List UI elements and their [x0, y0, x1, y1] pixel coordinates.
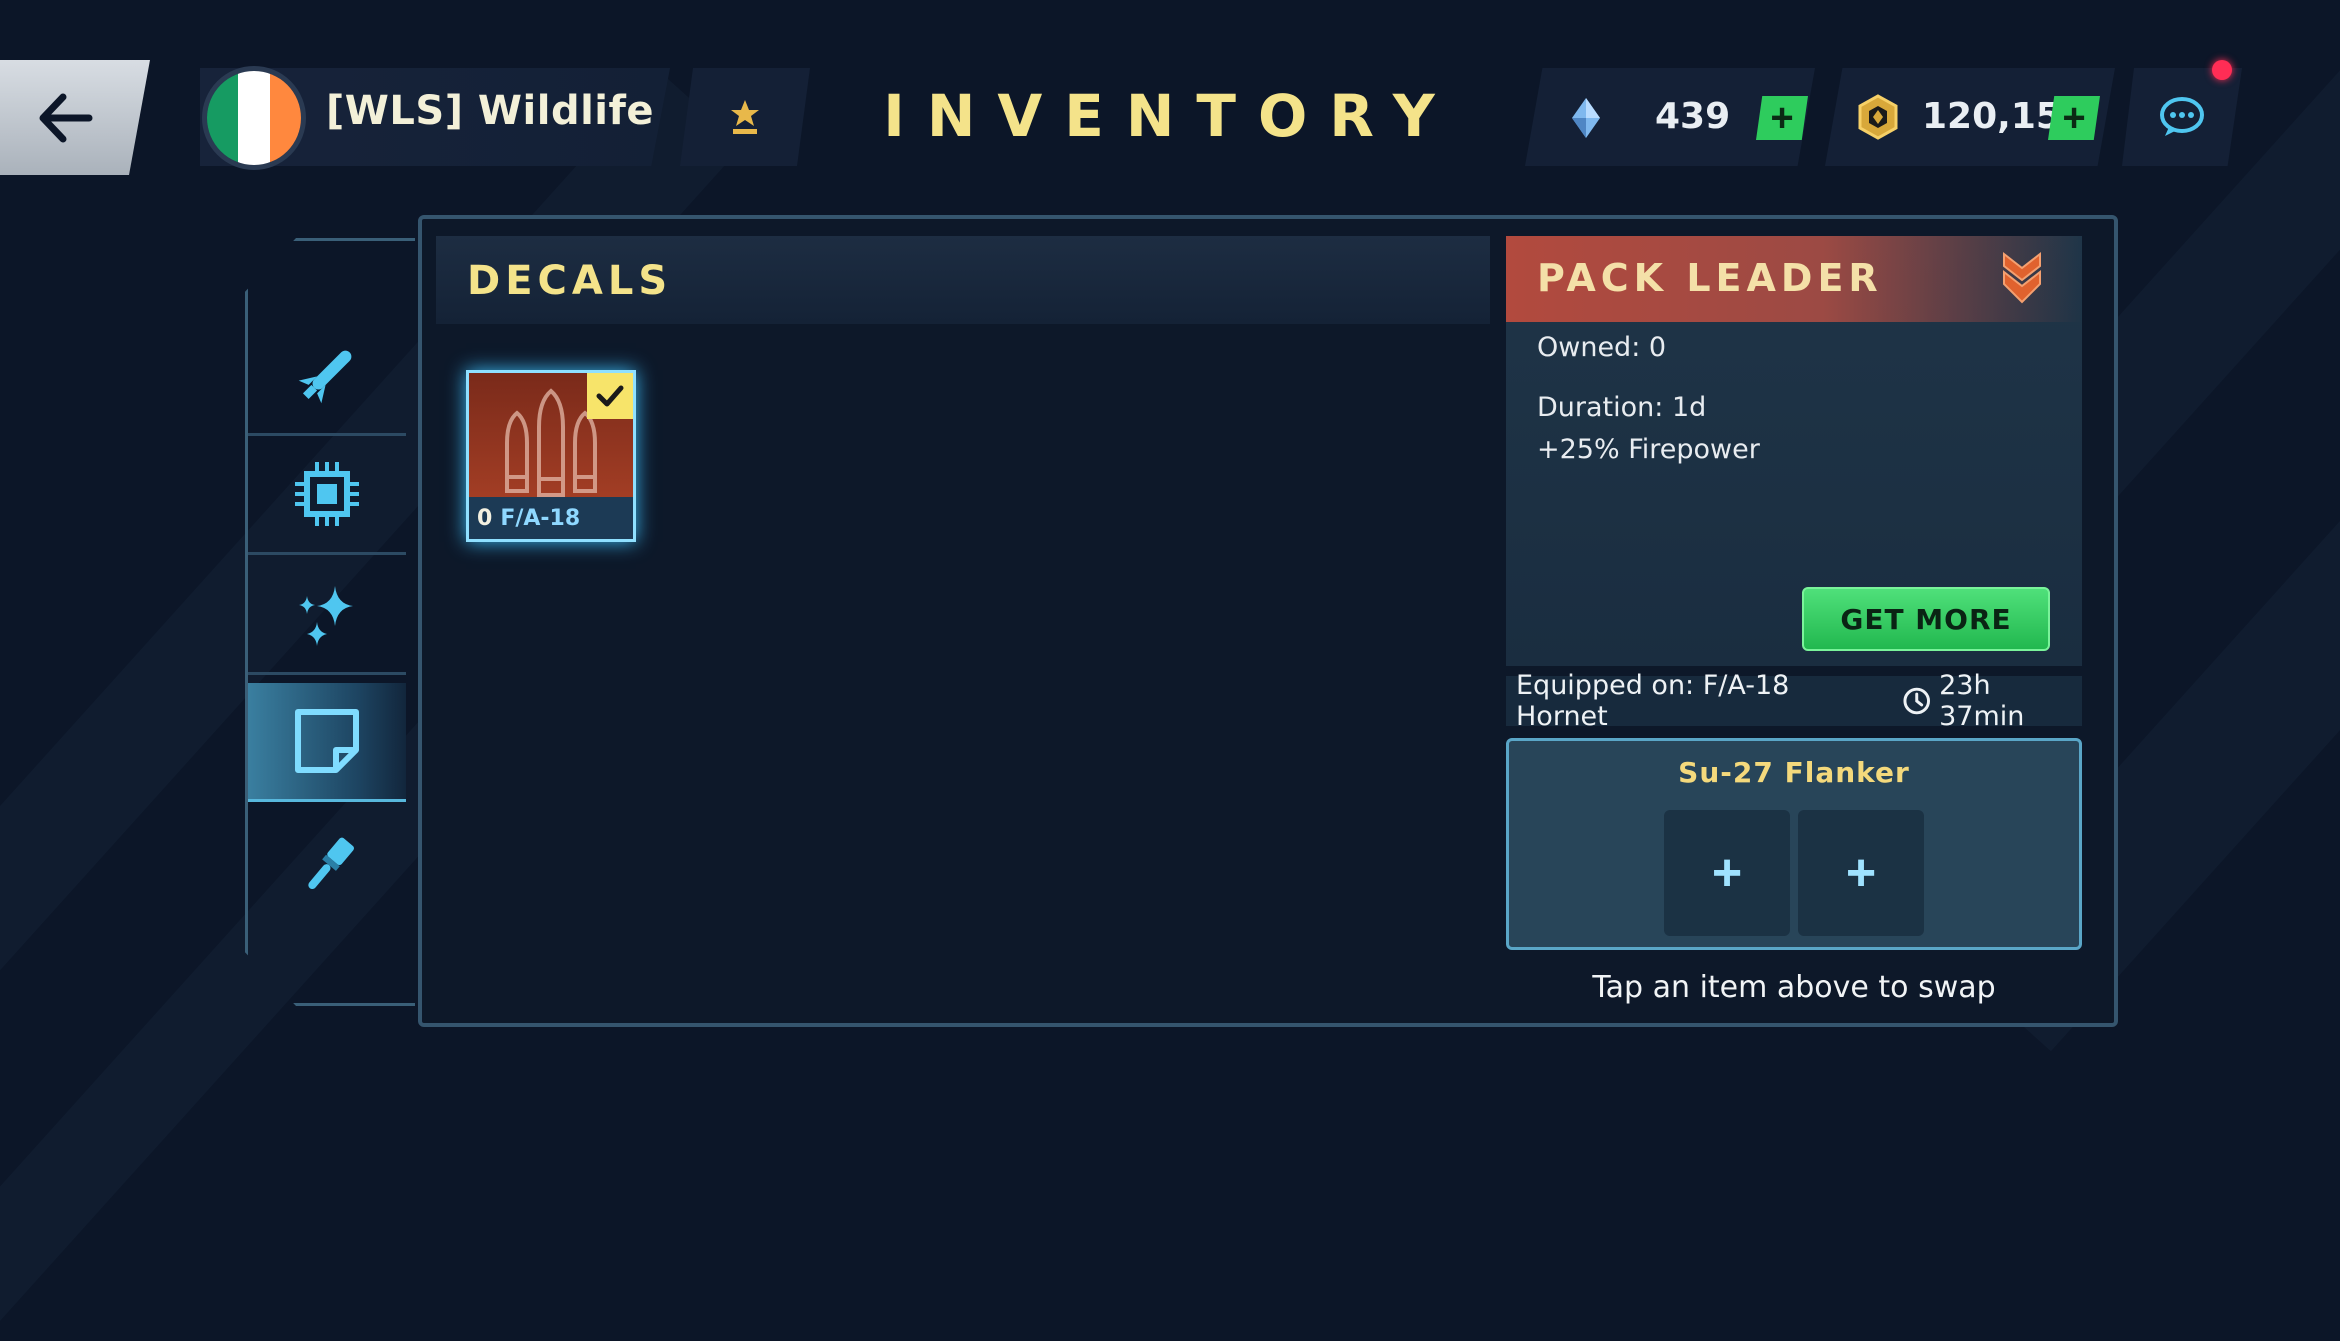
decal-item-card[interactable]: 0 F/A-18 — [466, 370, 636, 542]
detail-title: PACK LEADER — [1537, 256, 1883, 300]
equipped-check-icon — [587, 373, 633, 419]
clock-icon — [1903, 687, 1930, 715]
tab-modules[interactable] — [248, 436, 406, 555]
add-coins-button[interactable]: + — [2048, 96, 2100, 140]
duration-text: Duration: 1d — [1537, 392, 1707, 423]
section-title: DECALS — [467, 258, 673, 304]
chip-icon — [295, 462, 359, 526]
get-more-button[interactable]: GET MORE — [1802, 587, 2050, 651]
paintbrush-icon — [308, 837, 355, 890]
gems-amount: 439 — [1655, 96, 1731, 137]
aircraft-name: Su-27 Flanker — [1678, 756, 1910, 789]
tab-boosters[interactable] — [248, 556, 406, 675]
timer-text: 23h 37min — [1939, 670, 2025, 732]
decal-icon — [295, 709, 359, 773]
tab-paint[interactable] — [248, 808, 406, 924]
swap-hint: Tap an item above to swap — [1592, 970, 1996, 1005]
notification-dot — [2212, 60, 2232, 80]
chat-button[interactable] — [2122, 68, 2242, 166]
chat-bubble-icon — [2160, 97, 2204, 136]
bonus-text: +25% Firepower — [1537, 434, 1760, 465]
coin-icon — [1858, 94, 1898, 140]
chevron-rank-icon — [2003, 251, 2041, 304]
decal-caption: 0 F/A-18 — [469, 497, 633, 539]
missile-icon — [298, 350, 352, 404]
decal-slot-2[interactable]: + — [1798, 810, 1924, 936]
timer: 23h 37min — [1902, 670, 2082, 732]
equipped-status-bar: Equipped on: F/A-18 Hornet 23h 37min — [1506, 670, 2082, 732]
tab-decals[interactable] — [248, 683, 406, 802]
decal-slot-1[interactable]: + — [1664, 810, 1790, 936]
decal-count: 0 — [477, 505, 493, 531]
equipped-on-text: Equipped on: F/A-18 Hornet — [1516, 670, 1790, 732]
gem-icon — [1572, 98, 1600, 138]
sparkle-icon — [299, 586, 353, 646]
decal-aircraft: F/A-18 — [500, 505, 581, 531]
add-gems-button[interactable]: + — [1756, 96, 1808, 140]
tab-missiles[interactable] — [248, 317, 406, 436]
owned-count: Owned: 0 — [1537, 332, 1667, 363]
